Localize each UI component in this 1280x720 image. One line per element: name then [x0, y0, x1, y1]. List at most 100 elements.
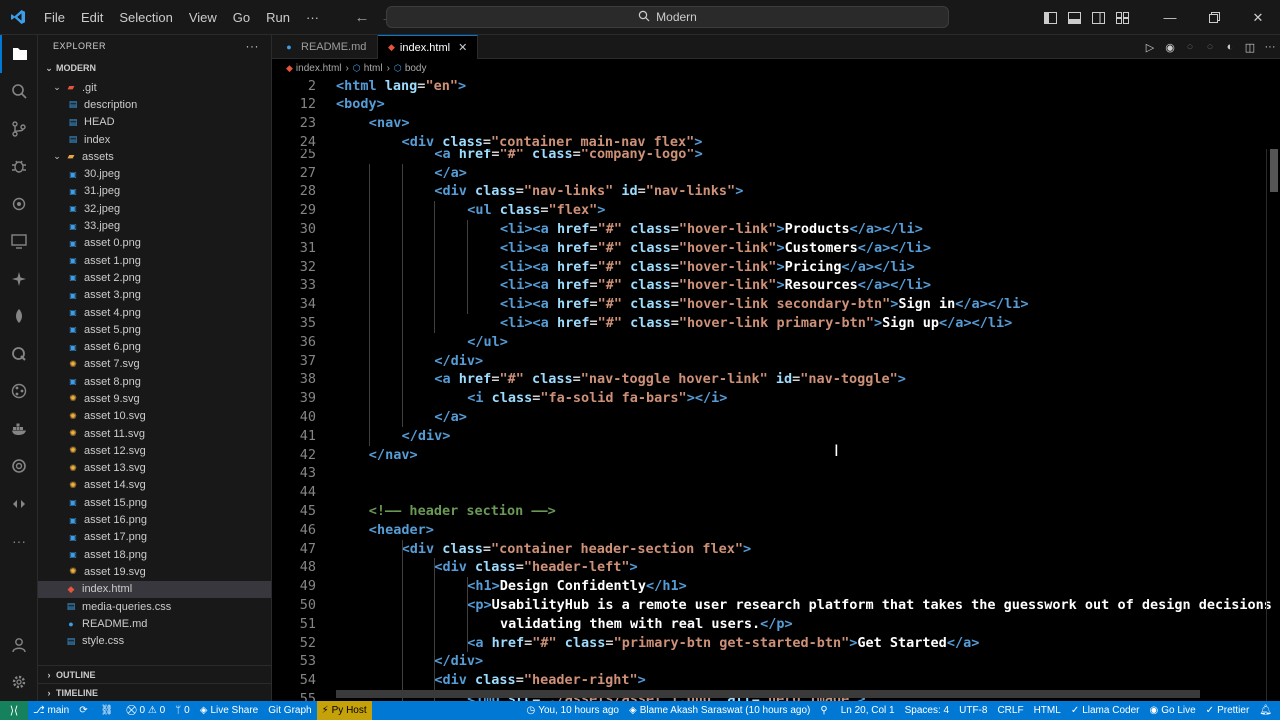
sync-button[interactable]: ⟳: [74, 701, 95, 720]
timeline-section[interactable]: › TIMELINE: [38, 683, 271, 701]
run-icon[interactable]: ▷: [1140, 41, 1160, 54]
more-views-icon[interactable]: ···: [0, 523, 38, 561]
tree-file[interactable]: ▣ asset 3.png: [38, 287, 271, 304]
tab-index-html[interactable]: ◆ index.html ✕: [378, 35, 478, 59]
circle-icon[interactable]: ○: [1180, 41, 1200, 53]
tree-file[interactable]: ✺ asset 14.svg: [38, 477, 271, 494]
menu-more[interactable]: ···: [298, 0, 327, 35]
indentation-button[interactable]: Spaces: 4: [900, 701, 954, 720]
outline-section[interactable]: › OUTLINE: [38, 665, 271, 683]
tree-file[interactable]: ▣ 32.jpeg: [38, 200, 271, 217]
toggle-secondary-sidebar-icon[interactable]: [1086, 0, 1110, 35]
menu-run[interactable]: Run: [258, 0, 298, 35]
breadcrumb-file[interactable]: index.html: [296, 63, 342, 74]
explorer-more-icon[interactable]: ···: [246, 39, 260, 53]
tree-file[interactable]: ▤ description: [38, 96, 271, 113]
go-back-icon[interactable]: ◉: [1160, 41, 1180, 54]
menu-go[interactable]: Go: [225, 0, 258, 35]
toggle-panel-icon[interactable]: [1062, 0, 1086, 35]
tree-file[interactable]: ✺ asset 10.svg: [38, 408, 271, 425]
notifications-button[interactable]: 🔔︎: [1254, 701, 1280, 720]
prettier-button[interactable]: ✓ Prettier: [1201, 701, 1255, 720]
tree-file[interactable]: ✺ asset 11.svg: [38, 425, 271, 442]
remote-explorer-icon[interactable]: [0, 223, 38, 261]
publish-button[interactable]: ⛓: [96, 701, 122, 720]
menu-edit[interactable]: Edit: [73, 0, 111, 35]
tree-file[interactable]: ▣ asset 1.png: [38, 252, 271, 269]
tree-file[interactable]: ✺ asset 9.svg: [38, 390, 271, 407]
tree-file[interactable]: ▣ asset 0.png: [38, 235, 271, 252]
tree-file[interactable]: ▣ asset 16.png: [38, 511, 271, 528]
tree-file[interactable]: ▤ style.css: [38, 633, 271, 650]
command-center-search[interactable]: Modern: [386, 6, 949, 28]
source-control-icon[interactable]: [0, 110, 38, 148]
tree-folder[interactable]: ⌄ ▰ .git: [38, 79, 271, 96]
sparkle-icon[interactable]: [0, 260, 38, 298]
docker-icon[interactable]: [0, 410, 38, 448]
tree-file[interactable]: ▣ asset 18.png: [38, 546, 271, 563]
code-editor[interactable]: 25 <a href="#" class="company-logo"> 2 <htm…: [272, 77, 1280, 701]
tab-readme[interactable]: ● README.md: [272, 35, 378, 59]
git-blame-author[interactable]: ◈ Blame Akash Saraswat (10 hours ago): [624, 701, 815, 720]
split-editor-icon[interactable]: ◫: [1240, 41, 1260, 54]
menu-view[interactable]: View: [181, 0, 225, 35]
restore-icon[interactable]: [1192, 0, 1236, 35]
tree-file[interactable]: ▣ asset 6.png: [38, 338, 271, 355]
tree-file[interactable]: ● README.md: [38, 615, 271, 632]
menu-file[interactable]: File: [36, 0, 73, 35]
tree-file[interactable]: ▤ index: [38, 131, 271, 148]
tree-file[interactable]: ▣ asset 4.png: [38, 304, 271, 321]
tree-file[interactable]: ▣ asset 2.png: [38, 269, 271, 286]
live-share-button[interactable]: ◈ Live Share: [195, 701, 264, 720]
encoding-button[interactable]: UTF-8: [954, 701, 992, 720]
tree-file[interactable]: ▤ media-queries.css: [38, 598, 271, 615]
close-icon[interactable]: ✕: [458, 41, 467, 54]
ports-indicator[interactable]: ᛘ 0: [170, 701, 195, 720]
py-host-button[interactable]: ⚡ Py Host: [316, 701, 372, 720]
tree-file[interactable]: ▣ 33.jpeg: [38, 217, 271, 234]
branch-indicator[interactable]: ⎇ main: [28, 701, 74, 720]
git-blame-time[interactable]: ◷ You, 10 hours ago: [521, 701, 624, 720]
accounts-icon[interactable]: [0, 626, 38, 664]
run-debug-icon[interactable]: [0, 148, 38, 186]
tree-file[interactable]: ▣ asset 15.png: [38, 494, 271, 511]
eol-button[interactable]: CRLF: [992, 701, 1028, 720]
language-mode-button[interactable]: HTML: [1029, 701, 1066, 720]
settings-sync-icon[interactable]: [0, 448, 38, 486]
tree-file[interactable]: ▣ 31.jpeg: [38, 183, 271, 200]
search-activity-icon[interactable]: [0, 73, 38, 111]
menu-selection[interactable]: Selection: [111, 0, 180, 35]
tree-file[interactable]: ✺ asset 19.svg: [38, 563, 271, 580]
remote-indicator-icon[interactable]: ⟩⟨: [0, 701, 28, 720]
toggle-primary-sidebar-icon[interactable]: [1038, 0, 1062, 35]
minimize-icon[interactable]: —: [1148, 0, 1192, 35]
leaf-icon[interactable]: [0, 298, 38, 336]
extensions-icon[interactable]: [0, 185, 38, 223]
open-preview-icon[interactable]: ◐: [1220, 41, 1240, 53]
tree-file[interactable]: ▣ 30.jpeg: [38, 165, 271, 182]
tree-file[interactable]: ▣ asset 17.png: [38, 529, 271, 546]
tree-file[interactable]: ▤ HEAD: [38, 114, 271, 131]
problems-indicator[interactable]: ⛒ 0 ⚠ 0: [121, 701, 170, 720]
explorer-icon[interactable]: [0, 35, 38, 73]
llama-coder-button[interactable]: ✓ Llama Coder: [1066, 701, 1145, 720]
tree-file[interactable]: ✺ asset 7.svg: [38, 356, 271, 373]
cursor-position[interactable]: Ln 20, Col 1: [836, 701, 900, 720]
breadcrumb-body[interactable]: body: [405, 63, 427, 74]
go-live-button[interactable]: ◉ Go Live: [1144, 701, 1200, 720]
customize-layout-icon[interactable]: [1110, 0, 1134, 35]
workspace-root[interactable]: ⌄ MODERN: [38, 57, 271, 79]
close-window-icon[interactable]: ✕: [1236, 0, 1280, 35]
manage-gear-icon[interactable]: [0, 664, 38, 702]
tree-file[interactable]: ▣ asset 5.png: [38, 321, 271, 338]
tree-file[interactable]: ✺ asset 12.svg: [38, 442, 271, 459]
vertical-scrollbar[interactable]: [1266, 77, 1280, 701]
tree-file[interactable]: ◆ index.html: [38, 580, 271, 598]
editor-more-icon[interactable]: ···: [1260, 41, 1280, 53]
zoom-search-button[interactable]: ⚲: [815, 701, 835, 720]
tree-folder[interactable]: ⌄ ▰ assets: [38, 148, 271, 165]
git-graph-button[interactable]: Git Graph: [263, 701, 316, 720]
git-graph-icon[interactable]: [0, 373, 38, 411]
tree-file[interactable]: ▣ asset 8.png: [38, 373, 271, 390]
circle-outline-icon[interactable]: ○: [1200, 41, 1220, 53]
